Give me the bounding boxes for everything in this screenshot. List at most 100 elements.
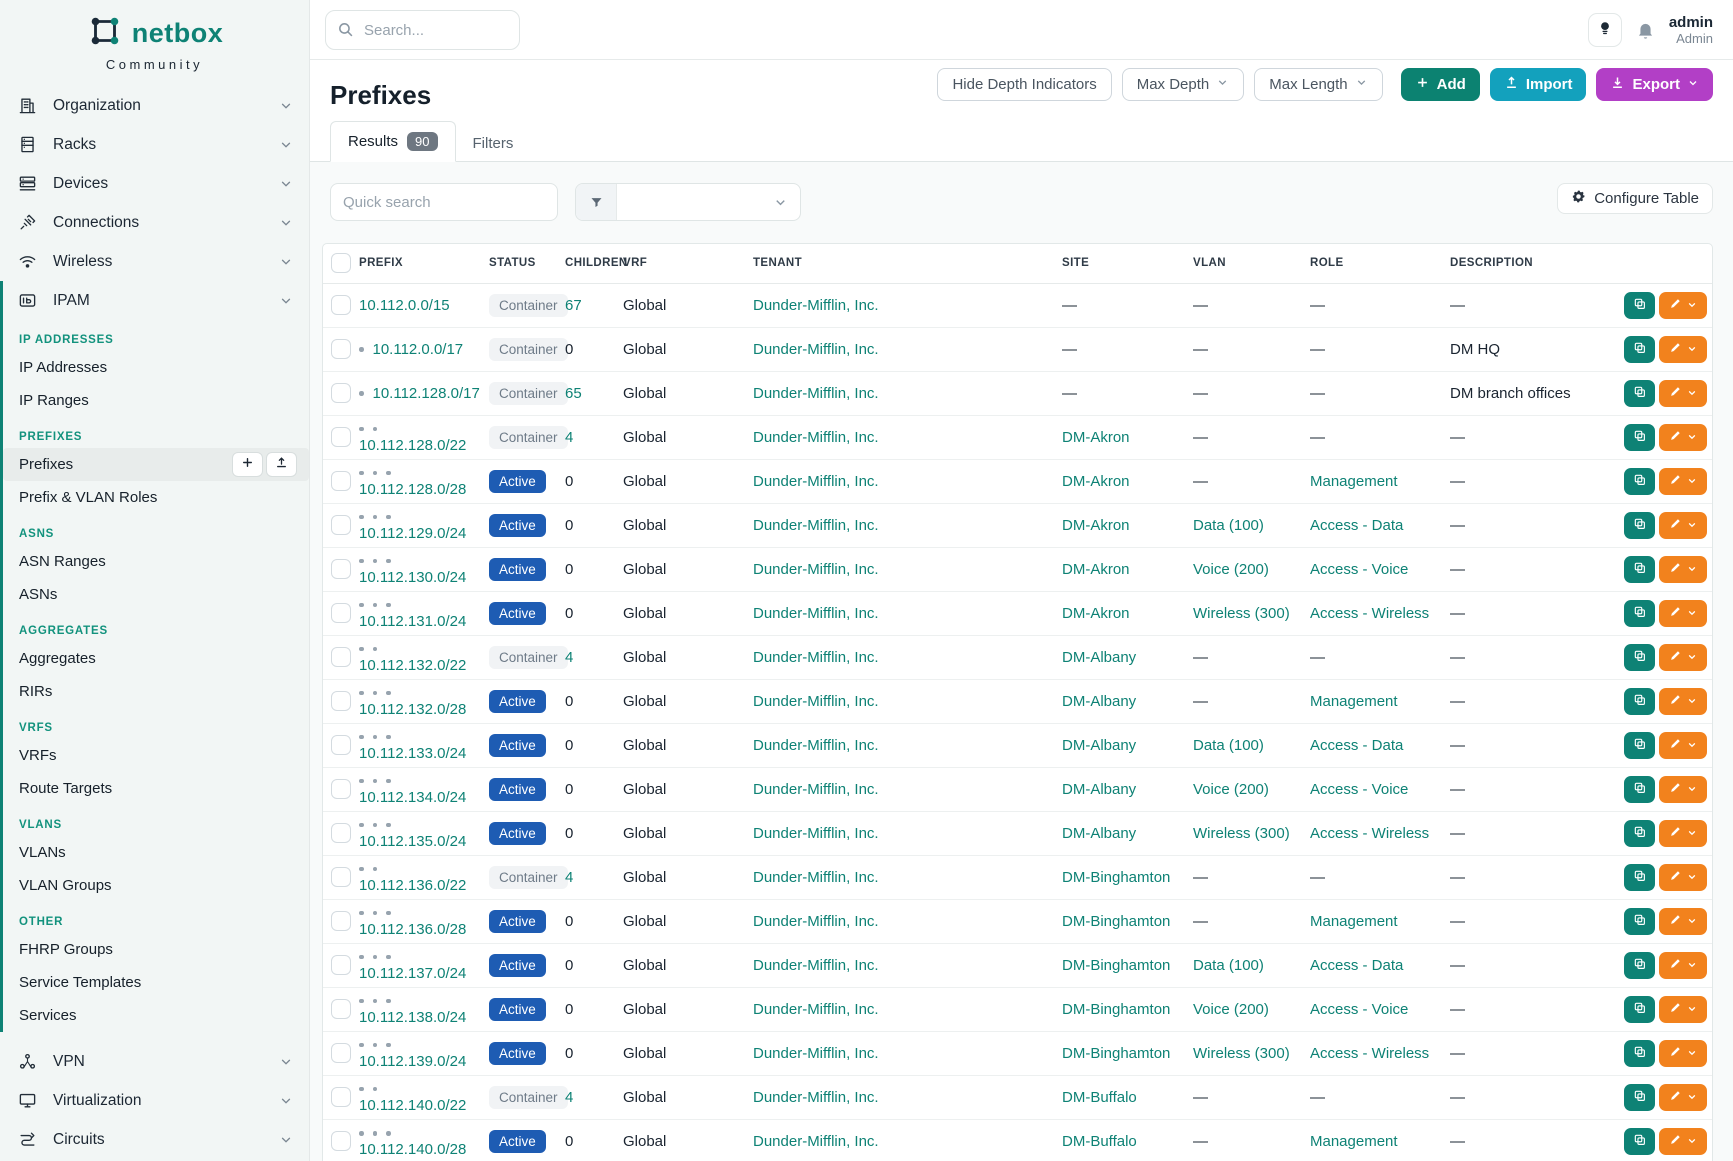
- tenant-link[interactable]: Dunder-Mifflin, Inc.: [753, 429, 879, 446]
- user-menu[interactable]: admin Admin: [1669, 14, 1713, 47]
- role-link[interactable]: Management: [1310, 913, 1398, 930]
- copy-button[interactable]: [1624, 468, 1655, 495]
- edit-button[interactable]: [1659, 556, 1707, 583]
- sidebar-item-asns[interactable]: ASNs: [3, 578, 309, 611]
- prefix-link[interactable]: 10.112.136.0/28: [359, 921, 466, 938]
- configure-table-button[interactable]: Configure Table: [1557, 183, 1713, 214]
- row-checkbox[interactable]: [331, 1131, 351, 1151]
- prefix-link[interactable]: 10.112.128.0/28: [359, 481, 466, 498]
- edit-button[interactable]: [1659, 1040, 1707, 1067]
- row-checkbox[interactable]: [331, 999, 351, 1019]
- export-button[interactable]: Export: [1596, 68, 1713, 101]
- sidebar-item-aggregates[interactable]: Aggregates: [3, 642, 309, 675]
- tenant-link[interactable]: Dunder-Mifflin, Inc.: [753, 649, 879, 666]
- row-checkbox[interactable]: [331, 911, 351, 931]
- prefix-link[interactable]: 10.112.134.0/24: [359, 789, 466, 806]
- row-checkbox[interactable]: [331, 295, 351, 315]
- copy-button[interactable]: [1624, 688, 1655, 715]
- site-link[interactable]: DM-Albany: [1062, 781, 1136, 798]
- role-link[interactable]: Management: [1310, 693, 1398, 710]
- children-count-link[interactable]: 67: [565, 297, 582, 314]
- tenant-link[interactable]: Dunder-Mifflin, Inc.: [753, 693, 879, 710]
- row-checkbox[interactable]: [331, 955, 351, 975]
- edit-button[interactable]: [1659, 292, 1707, 319]
- row-checkbox[interactable]: [331, 779, 351, 799]
- edit-button[interactable]: [1659, 864, 1707, 891]
- tenant-link[interactable]: Dunder-Mifflin, Inc.: [753, 385, 879, 402]
- prefix-link[interactable]: 10.112.140.0/28: [359, 1141, 466, 1158]
- copy-button[interactable]: [1624, 644, 1655, 671]
- copy-button[interactable]: [1624, 1040, 1655, 1067]
- hide-depth-indicators-button[interactable]: Hide Depth Indicators: [937, 68, 1111, 101]
- sidebar-item-rirs[interactable]: RIRs: [3, 675, 309, 708]
- notifications-bell-icon[interactable]: [1635, 20, 1656, 41]
- row-checkbox[interactable]: [331, 339, 351, 359]
- column-header-role[interactable]: ROLE: [1310, 244, 1450, 283]
- children-count-link[interactable]: 4: [565, 1089, 573, 1106]
- edit-button[interactable]: [1659, 776, 1707, 803]
- select-all-checkbox[interactable]: [331, 253, 351, 273]
- prefix-link[interactable]: 10.112.0.0/17: [373, 341, 464, 358]
- copy-button[interactable]: [1624, 380, 1655, 407]
- sidebar-item-ip-addresses[interactable]: IP Addresses: [3, 351, 309, 384]
- role-link[interactable]: Access - Wireless: [1310, 1045, 1429, 1062]
- children-count-link[interactable]: 4: [565, 649, 573, 666]
- max-length-dropdown[interactable]: Max Length: [1254, 68, 1382, 101]
- copy-button[interactable]: [1624, 732, 1655, 759]
- edit-button[interactable]: [1659, 468, 1707, 495]
- saved-filter-select[interactable]: [575, 183, 801, 221]
- tenant-link[interactable]: Dunder-Mifflin, Inc.: [753, 561, 879, 578]
- sidebar-item-vlans[interactable]: VLANs: [3, 836, 309, 869]
- site-link[interactable]: DM-Buffalo: [1062, 1133, 1137, 1150]
- prefix-link[interactable]: 10.112.0.0/15: [359, 297, 450, 314]
- search-input[interactable]: [325, 10, 520, 50]
- role-link[interactable]: Access - Voice: [1310, 561, 1408, 578]
- copy-button[interactable]: [1624, 336, 1655, 363]
- children-count-link[interactable]: 65: [565, 385, 582, 402]
- edit-button[interactable]: [1659, 1128, 1707, 1155]
- copy-button[interactable]: [1624, 600, 1655, 627]
- prefix-link[interactable]: 10.112.136.0/22: [359, 877, 466, 894]
- role-link[interactable]: Management: [1310, 1133, 1398, 1150]
- row-checkbox[interactable]: [331, 427, 351, 447]
- copy-button[interactable]: [1624, 996, 1655, 1023]
- row-checkbox[interactable]: [331, 867, 351, 887]
- sidebar-item-prefix-vlan-roles[interactable]: Prefix & VLAN Roles: [3, 481, 309, 514]
- row-checkbox[interactable]: [331, 735, 351, 755]
- row-checkbox[interactable]: [331, 471, 351, 491]
- vlan-link[interactable]: Wireless (300): [1193, 825, 1290, 842]
- theme-toggle-button[interactable]: [1588, 13, 1622, 47]
- tenant-link[interactable]: Dunder-Mifflin, Inc.: [753, 1001, 879, 1018]
- column-header-vrf[interactable]: VRF: [623, 244, 753, 283]
- sidebar-item-ipam[interactable]: IPAM: [3, 281, 309, 320]
- role-link[interactable]: Access - Data: [1310, 737, 1403, 754]
- copy-button[interactable]: [1624, 952, 1655, 979]
- site-link[interactable]: DM-Binghamton: [1062, 957, 1170, 974]
- prefix-link[interactable]: 10.112.133.0/24: [359, 745, 466, 762]
- column-header-children[interactable]: CHILDREN: [565, 244, 623, 283]
- column-header-site[interactable]: SITE: [1062, 244, 1193, 283]
- vlan-link[interactable]: Voice (200): [1193, 1001, 1269, 1018]
- tenant-link[interactable]: Dunder-Mifflin, Inc.: [753, 341, 879, 358]
- prefix-link[interactable]: 10.112.128.0/22: [359, 437, 466, 454]
- tenant-link[interactable]: Dunder-Mifflin, Inc.: [753, 869, 879, 886]
- tenant-link[interactable]: Dunder-Mifflin, Inc.: [753, 825, 879, 842]
- site-link[interactable]: DM-Akron: [1062, 473, 1130, 490]
- tenant-link[interactable]: Dunder-Mifflin, Inc.: [753, 737, 879, 754]
- site-link[interactable]: DM-Albany: [1062, 693, 1136, 710]
- copy-button[interactable]: [1624, 424, 1655, 451]
- tenant-link[interactable]: Dunder-Mifflin, Inc.: [753, 1089, 879, 1106]
- tenant-link[interactable]: Dunder-Mifflin, Inc.: [753, 1133, 879, 1150]
- tenant-link[interactable]: Dunder-Mifflin, Inc.: [753, 1045, 879, 1062]
- role-link[interactable]: Access - Voice: [1310, 781, 1408, 798]
- role-link[interactable]: Access - Data: [1310, 957, 1403, 974]
- site-link[interactable]: DM-Akron: [1062, 605, 1130, 622]
- site-link[interactable]: DM-Akron: [1062, 429, 1130, 446]
- tab-results[interactable]: Results 90: [330, 121, 456, 162]
- sidebar-item-wireless[interactable]: Wireless: [0, 242, 309, 281]
- sidebar-item-virtualization[interactable]: Virtualization: [0, 1081, 309, 1120]
- children-count-link[interactable]: 4: [565, 869, 573, 886]
- edit-button[interactable]: [1659, 908, 1707, 935]
- site-link[interactable]: DM-Akron: [1062, 517, 1130, 534]
- tenant-link[interactable]: Dunder-Mifflin, Inc.: [753, 517, 879, 534]
